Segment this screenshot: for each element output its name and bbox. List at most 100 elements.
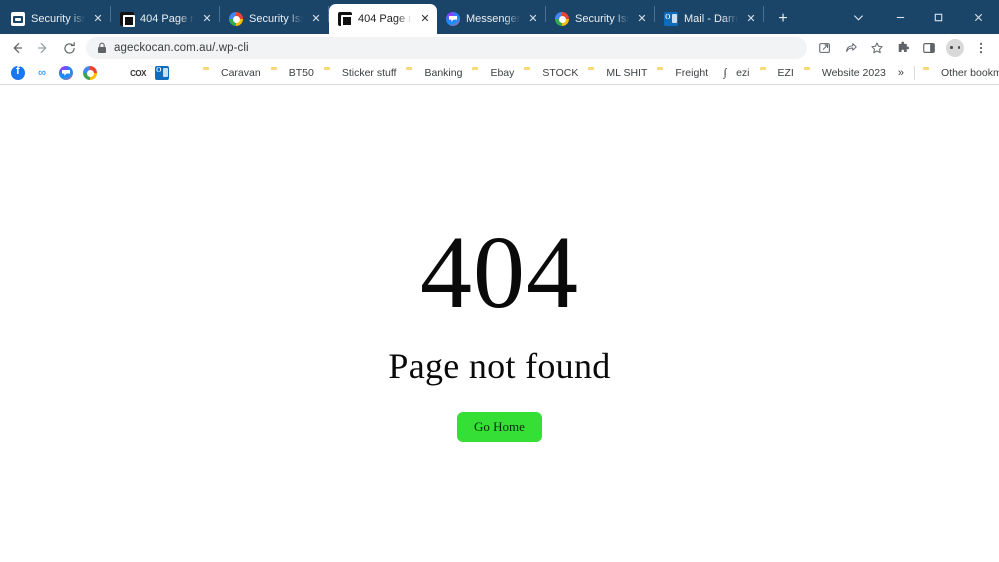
share-icon[interactable] [839, 36, 863, 60]
three-dot-menu-icon[interactable] [969, 36, 993, 60]
bookmark-label: ML SHIT [606, 66, 648, 79]
bookmark-teal[interactable] [174, 64, 198, 82]
bookmark-cox[interactable]: COX [126, 64, 150, 82]
bookmark-meta[interactable]: ∞ [30, 64, 54, 82]
bookmark-stock[interactable]: STOCK [519, 64, 583, 82]
meta-icon: ∞ [38, 66, 46, 79]
minimize-button[interactable] [881, 0, 919, 34]
dark-square-icon [120, 12, 135, 27]
address-bar-url[interactable]: ageckocan.com.au/.wp-cli [114, 42, 249, 54]
profile-avatar[interactable] [943, 36, 967, 60]
tab-close-button[interactable]: ✕ [309, 12, 323, 26]
bookmark-ebay[interactable]: Ebay [467, 64, 519, 82]
bookmark-label: Caravan [221, 66, 261, 79]
tab-title: Mail - Darren AG [684, 13, 738, 25]
back-arrow-icon[interactable] [4, 36, 30, 60]
ezi-icon: ∫ [723, 67, 727, 79]
folder-icon [324, 66, 338, 80]
bookmark-label: Other bookmarks [941, 66, 999, 79]
forward-arrow-icon[interactable] [30, 36, 56, 60]
tab-404-page-not-found-1[interactable]: 404 Page not fou ✕ [111, 4, 219, 34]
bookmark-label: EZI [777, 66, 794, 79]
tab-close-button[interactable]: ✕ [418, 12, 432, 26]
bookmark-label: Ebay [490, 66, 515, 79]
tab-search-chevron-down-icon[interactable] [835, 0, 881, 34]
bookmarks-bar: ∞ COX Caravan BT50 Sticker stuff Banking… [0, 62, 999, 85]
browser-toolbar: ageckocan.com.au/.wp-cli [0, 34, 999, 62]
browser-window: Security issues ✕ 404 Page not fou ✕ Sec… [0, 0, 999, 562]
toolbar-actions [813, 36, 993, 60]
tab-security-issues-2[interactable]: Security Issues n ✕ [220, 4, 328, 34]
bookmark-label: Website 2023 [821, 66, 886, 79]
tab-security-issues-3[interactable]: Security Issues n ✕ [546, 4, 654, 34]
bookmark-ezi-folder[interactable]: EZI [755, 64, 799, 82]
tab-title: Messenger [466, 13, 520, 25]
messenger-icon [59, 66, 73, 80]
avatar [946, 39, 964, 57]
lock-icon [97, 42, 107, 54]
tab-404-page-not-found-active[interactable]: 404 Page not fou ✕ [329, 4, 437, 34]
bookmark-star-icon[interactable] [865, 36, 889, 60]
open-in-new-icon[interactable] [813, 36, 837, 60]
teal-paper-plane-icon [179, 66, 193, 80]
bookmark-outlook[interactable] [150, 63, 174, 82]
dark-square-icon [338, 12, 353, 27]
cox-icon: COX [130, 68, 146, 78]
bookmark-messenger[interactable] [54, 64, 78, 82]
bookmark-caravan[interactable]: Caravan [198, 64, 266, 82]
side-panel-icon[interactable] [917, 36, 941, 60]
error-message: Page not found [388, 346, 611, 386]
tab-strip: Security issues ✕ 404 Page not fou ✕ Sec… [0, 0, 999, 34]
outlook-icon [155, 63, 169, 80]
bookmark-label: Sticker stuff [341, 66, 397, 79]
address-bar[interactable]: ageckocan.com.au/.wp-cli [86, 37, 807, 59]
tab-separator [763, 6, 764, 22]
window-controls [835, 0, 999, 34]
tab-title: Security Issues n [575, 13, 629, 25]
close-window-button[interactable] [957, 0, 999, 34]
go-home-button[interactable]: Go Home [457, 411, 542, 442]
bookmark-bt50[interactable]: BT50 [266, 64, 319, 82]
tab-close-button[interactable]: ✕ [526, 12, 540, 26]
bookmarks-overflow-chevron-icon[interactable]: » [891, 65, 911, 81]
messenger-icon [446, 12, 460, 26]
tab-close-button[interactable]: ✕ [744, 12, 758, 26]
bookmarks-overflow-area: » Other bookmarks [891, 64, 999, 82]
bookmark-label: STOCK [542, 66, 579, 79]
page-content: 404 Page not found Go Home [0, 85, 999, 562]
tab-title: Security issues [31, 13, 85, 25]
tab-title: 404 Page not fou [358, 13, 412, 25]
tab-messenger[interactable]: Messenger ✕ [437, 4, 545, 34]
error-code: 404 [420, 215, 579, 330]
bookmark-facebook[interactable] [6, 64, 30, 82]
bookmark-label: BT50 [288, 66, 314, 79]
bookmark-ml-shit[interactable]: ML SHIT [583, 64, 652, 82]
facebook-icon [11, 65, 25, 80]
bookmark-maps[interactable] [102, 64, 126, 82]
tab-close-button[interactable]: ✕ [635, 12, 649, 26]
folder-icon [524, 66, 538, 80]
bookmark-ezi-link[interactable]: ∫ ezi [713, 64, 754, 82]
bookmark-website-2023[interactable]: Website 2023 [799, 64, 891, 82]
tab-mail-darren[interactable]: Mail - Darren AG ✕ [655, 4, 763, 34]
folder-icon [923, 66, 937, 80]
tab-security-issues-1[interactable]: Security issues ✕ [2, 4, 110, 34]
folder-icon [804, 66, 818, 80]
extensions-puzzle-icon[interactable] [891, 36, 915, 60]
tab-close-button[interactable]: ✕ [200, 12, 214, 26]
bookmark-banking[interactable]: Banking [401, 64, 467, 82]
bookmark-sticker-stuff[interactable]: Sticker stuff [319, 64, 402, 82]
bookmark-label: ezi [736, 66, 750, 79]
folder-icon [406, 66, 420, 80]
folder-icon [203, 66, 217, 80]
bookmark-freight[interactable]: Freight [652, 64, 713, 82]
new-tab-button[interactable]: + [770, 6, 796, 32]
tab-title: 404 Page not fou [140, 13, 194, 25]
tab-close-button[interactable]: ✕ [91, 12, 105, 26]
folder-icon [271, 66, 285, 80]
google-icon [555, 12, 569, 26]
bookmark-google[interactable] [78, 64, 102, 82]
bookmark-other-bookmarks[interactable]: Other bookmarks [918, 64, 999, 82]
reload-icon[interactable] [56, 36, 82, 60]
maximize-button[interactable] [919, 0, 957, 34]
